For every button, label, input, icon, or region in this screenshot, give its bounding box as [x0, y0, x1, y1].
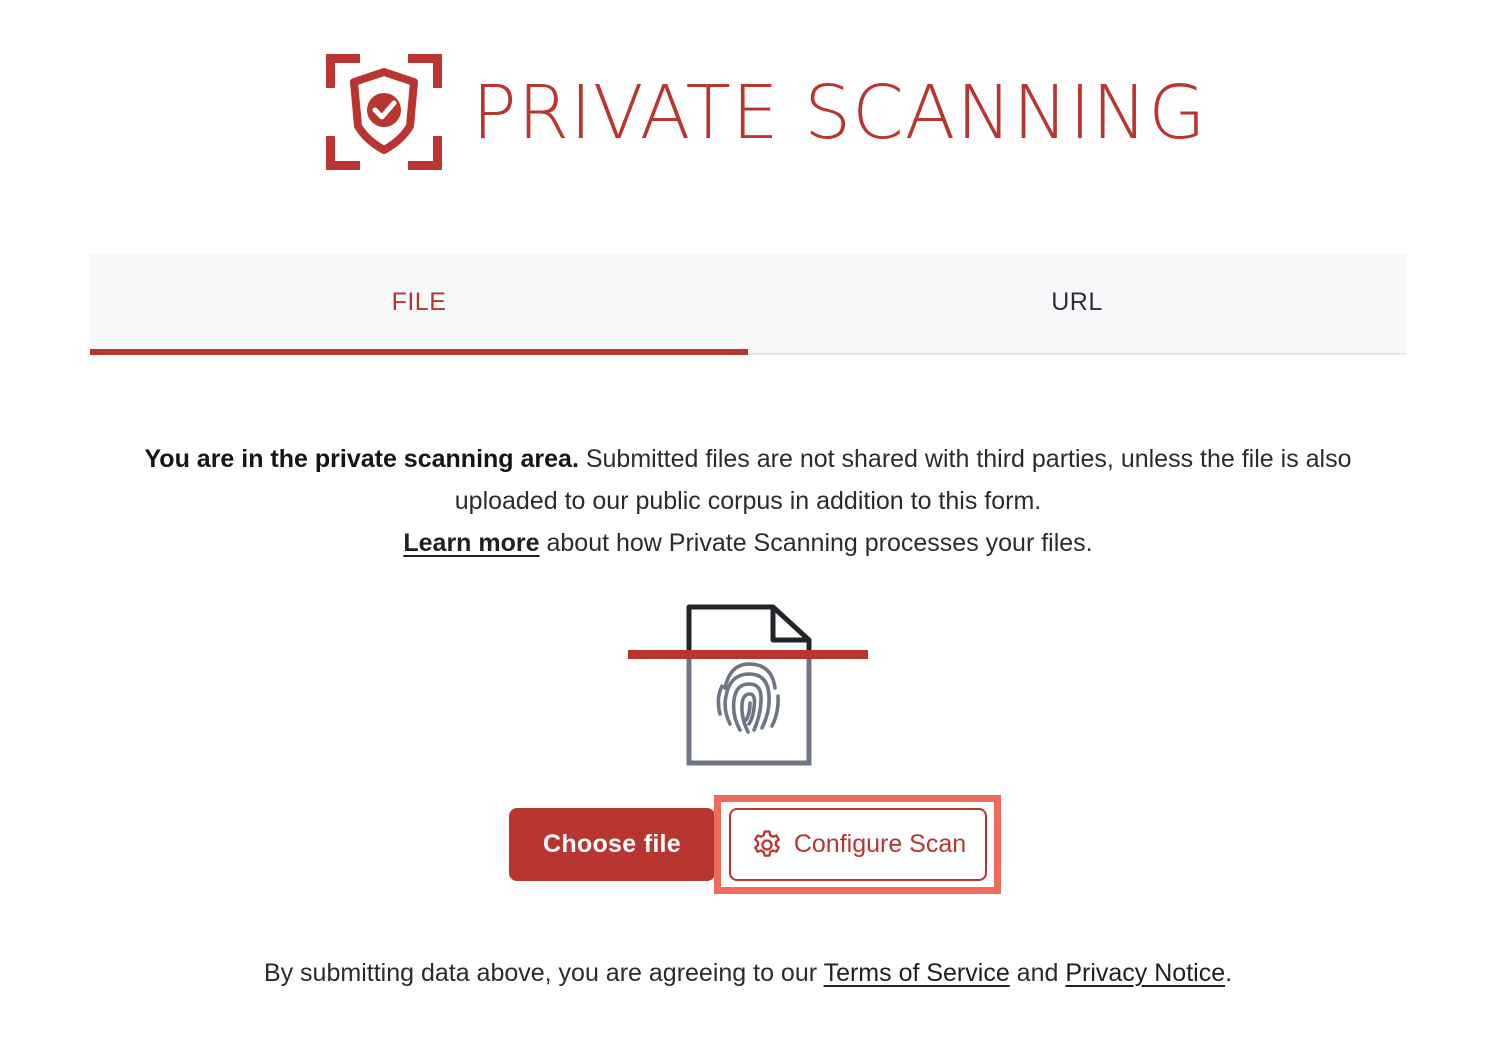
configure-scan-button[interactable]: Configure Scan [729, 808, 987, 881]
tab-file[interactable]: FILE [90, 254, 748, 355]
legal-suffix: . [1225, 959, 1233, 987]
configure-scan-label: Configure Scan [793, 830, 967, 858]
learn-more-suffix: about how Private Scanning processes you… [539, 529, 1093, 557]
legal-middle: and [1009, 959, 1066, 987]
legal-prefix: By submitting data above, you are agreei… [263, 959, 824, 987]
gear-icon [753, 829, 780, 857]
scan-type-tabs: FILE URL [90, 254, 1406, 355]
privacy-notice-link[interactable]: Privacy Notice [1065, 959, 1225, 987]
tab-url[interactable]: URL [748, 254, 1406, 353]
notice-heading: You are in the private scanning area. [144, 445, 579, 473]
legal-notice: By submitting data above, you are agreei… [100, 952, 1396, 994]
notice-text: Submitted files are not shared with thir… [454, 445, 1352, 515]
brand-title: PRIVATE SCANNING [472, 70, 1207, 156]
private-scanning-notice: You are in the private scanning area. Su… [100, 438, 1396, 564]
learn-more-link[interactable]: Learn more [403, 529, 539, 557]
choose-file-button[interactable]: Choose file [509, 808, 715, 881]
terms-of-service-link[interactable]: Terms of Service [824, 959, 1010, 987]
brand-logo: PRIVATE SCANNING [326, 54, 1206, 172]
shield-check-scan-icon [326, 54, 442, 170]
fingerprint-document-icon [628, 604, 868, 766]
